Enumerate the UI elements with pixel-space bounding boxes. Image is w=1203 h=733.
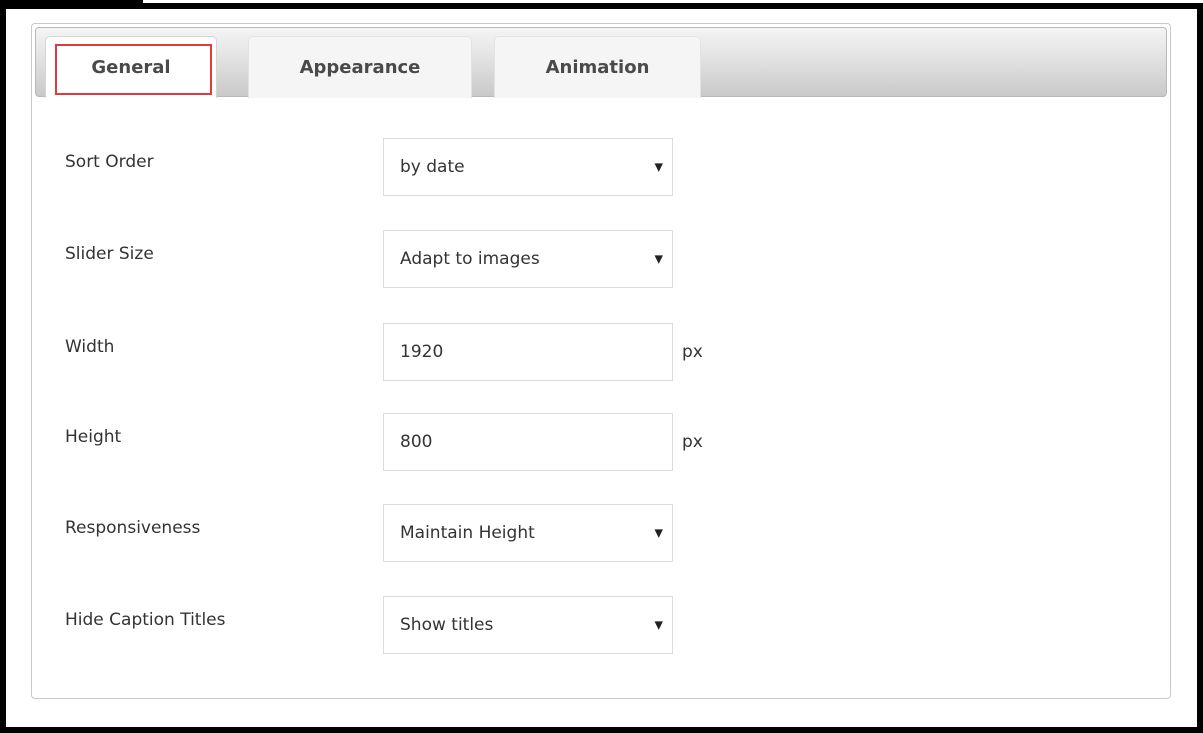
width-unit: px <box>682 342 703 362</box>
tab-animation-label: Animation <box>545 57 650 78</box>
settings-panel: General Appearance Animation Sort Order … <box>31 23 1171 699</box>
height-unit: px <box>682 432 703 452</box>
slider-size-select[interactable]: Adapt to images ▼ <box>383 230 673 288</box>
width-label: Width <box>65 337 115 357</box>
tab-general-label: General <box>91 57 171 78</box>
caret-down-icon: ▼ <box>654 526 663 540</box>
tab-animation[interactable]: Animation <box>494 36 701 98</box>
responsiveness-value: Maintain Height <box>400 523 535 543</box>
tab-general[interactable]: General <box>45 36 217 98</box>
hide-caption-titles-value: Show titles <box>400 615 494 635</box>
screenshot-frame: General Appearance Animation Sort Order … <box>0 3 1203 733</box>
caret-down-icon: ▼ <box>654 618 663 632</box>
height-label: Height <box>65 427 122 447</box>
tab-appearance[interactable]: Appearance <box>248 36 472 98</box>
responsiveness-label: Responsiveness <box>65 518 201 538</box>
tab-bar: General Appearance Animation <box>35 27 1167 98</box>
height-input[interactable] <box>383 413 673 471</box>
sort-order-value: by date <box>400 157 465 177</box>
sort-order-label: Sort Order <box>65 152 154 172</box>
slider-size-value: Adapt to images <box>400 249 540 269</box>
slider-size-label: Slider Size <box>65 244 154 264</box>
hide-caption-titles-select[interactable]: Show titles ▼ <box>383 596 673 654</box>
sort-order-select[interactable]: by date ▼ <box>383 138 673 196</box>
hide-caption-titles-label: Hide Caption Titles <box>65 610 226 630</box>
responsiveness-select[interactable]: Maintain Height ▼ <box>383 504 673 562</box>
width-input[interactable] <box>383 323 673 381</box>
tab-appearance-label: Appearance <box>299 57 421 78</box>
caret-down-icon: ▼ <box>654 252 663 266</box>
caret-down-icon: ▼ <box>654 160 663 174</box>
